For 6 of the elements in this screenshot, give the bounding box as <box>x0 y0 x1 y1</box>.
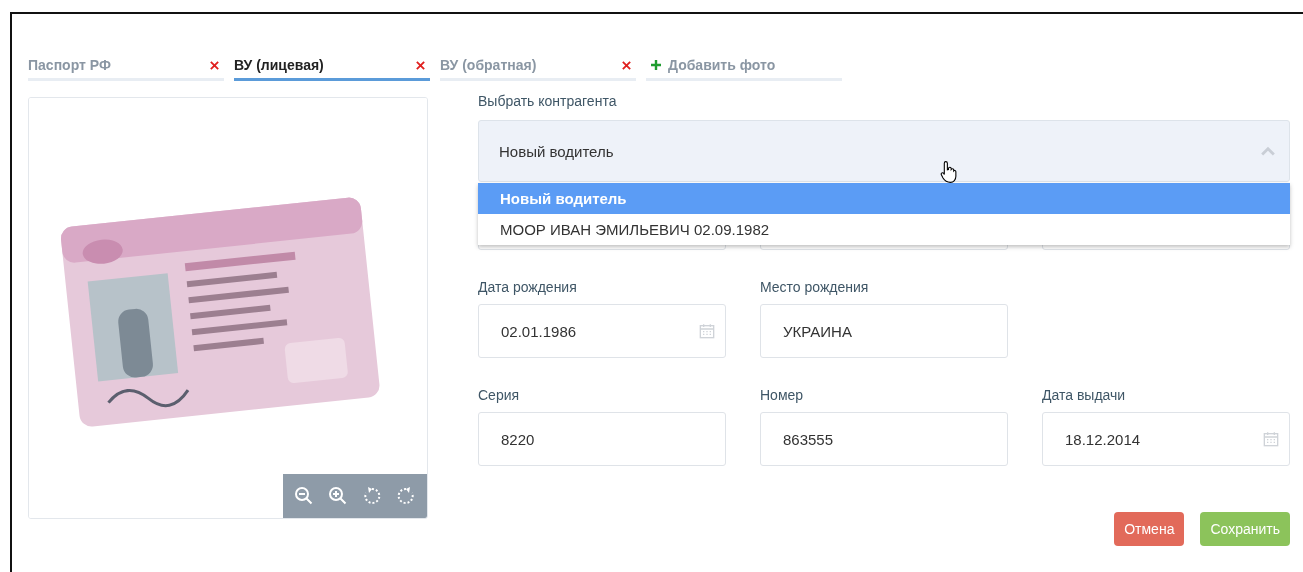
field-label: Дата выдачи <box>1042 386 1127 404</box>
field-label: Дата рождения <box>478 278 578 296</box>
field-label: Выбрать контрагента <box>478 92 618 110</box>
field-label: Номер <box>760 386 805 404</box>
field-label: Серия <box>478 386 521 404</box>
field-label: Место рождения <box>760 278 870 296</box>
